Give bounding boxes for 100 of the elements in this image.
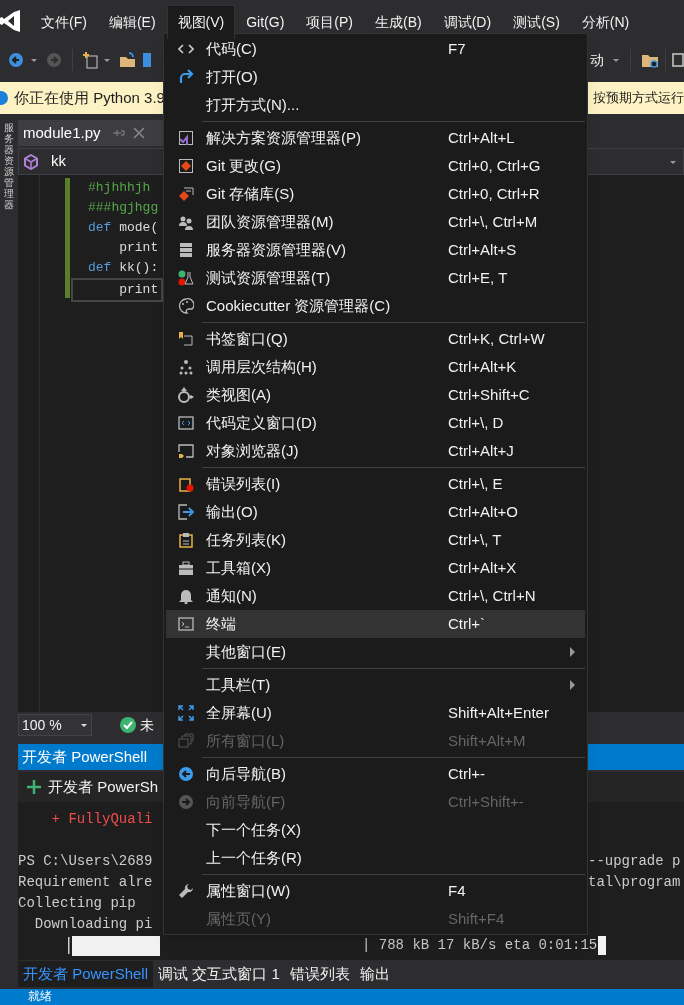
terminal-line: Collecting pip <box>18 894 136 913</box>
progress-block-icon <box>68 935 160 956</box>
solution-explorer-icon <box>178 130 194 146</box>
cube-icon <box>23 153 39 170</box>
team-icon <box>178 214 194 230</box>
menu-item[interactable]: 测试资源管理器(T) Ctrl+E, T <box>166 264 585 292</box>
fullscreen-icon <box>178 705 194 721</box>
menu-item[interactable]: Cookiecutter 资源管理器(C) <box>166 292 585 320</box>
error-list-icon <box>178 476 194 492</box>
test-flask-icon <box>178 270 194 286</box>
menu-item[interactable]: 向后导航(B) Ctrl+- <box>166 760 585 788</box>
palette-icon <box>178 298 194 314</box>
object-browser-icon <box>178 443 194 459</box>
back-icon <box>178 766 194 782</box>
panel-tab[interactable]: 调试 交互式窗口 1 <box>153 961 285 987</box>
output-icon <box>178 504 194 520</box>
close-icon[interactable] <box>132 127 145 139</box>
new-project-icon[interactable] <box>83 51 99 69</box>
class-view-icon <box>178 387 194 403</box>
menu-item[interactable]: Git 存储库(S) Ctrl+0, Ctrl+R <box>166 180 585 208</box>
menu-item[interactable]: 任务列表(K) Ctrl+\, T <box>166 526 585 554</box>
open-folder-icon[interactable] <box>119 52 137 68</box>
folder-search-icon[interactable] <box>641 52 659 68</box>
menu-item[interactable]: 属性窗口(W) F4 <box>166 877 585 905</box>
redo-icon <box>178 69 194 85</box>
info-text: 按预期方式运行 <box>593 89 684 108</box>
menu-item[interactable]: 类视图(A) Ctrl+Shift+C <box>166 381 585 409</box>
code-line: #hjhhhjh <box>87 179 152 197</box>
menu-item[interactable]: 调用层次结构(H) Ctrl+Alt+K <box>166 353 585 381</box>
panel-tab[interactable]: 错误列表 <box>284 961 355 987</box>
terminal-line: + FullyQuali <box>50 810 153 829</box>
menu-bar-item[interactable]: 文件(F) <box>30 5 98 39</box>
menu-item[interactable]: 代码定义窗口(D) Ctrl+\, D <box>166 409 585 437</box>
terminal-line: PS C:\Users\2689 <box>18 852 153 871</box>
code-line: ###hgjhgg <box>87 199 160 217</box>
terminal-line: Requirement alre <box>18 873 153 892</box>
panel-tab[interactable]: 开发者 PowerShell <box>18 961 154 987</box>
terminal-icon <box>178 616 194 632</box>
git-repository-icon <box>178 186 194 202</box>
code-line: def mode( <box>87 219 160 237</box>
windows-icon <box>178 733 194 749</box>
terminal-line: --upgrade p <box>588 852 681 871</box>
menu-item[interactable]: 服务器资源管理器(V) Ctrl+Alt+S <box>166 236 585 264</box>
menu-item[interactable]: 打开方式(N)... <box>166 91 585 119</box>
terminal-tab-label[interactable]: 开发者 PowerSh <box>48 775 159 799</box>
wrench-icon <box>178 883 194 899</box>
menu-item[interactable]: 终端 Ctrl+` <box>166 610 585 638</box>
menu-item[interactable]: 对象浏览器(J) Ctrl+Alt+J <box>166 437 585 465</box>
cursor-icon <box>598 936 607 955</box>
status-text: 就绪 <box>28 989 52 1003</box>
caret-icon[interactable] <box>103 57 111 63</box>
start-label: 动 <box>590 50 604 70</box>
server-icon <box>178 242 194 258</box>
menu-item[interactable]: 工具栏(T) <box>166 671 585 699</box>
menu-item[interactable]: 上一个任务(R) <box>166 844 585 872</box>
zoom-dropdown[interactable]: 100 % <box>18 714 92 736</box>
app-logo-icon[interactable] <box>0 10 20 32</box>
panel-tab[interactable]: 输出 <box>354 961 395 987</box>
git-changes-icon <box>178 158 194 174</box>
caret-icon <box>669 158 677 165</box>
plus-icon[interactable] <box>26 779 42 795</box>
menu-item[interactable]: 通知(N) Ctrl+\, Ctrl+N <box>166 582 585 610</box>
back-icon[interactable] <box>8 52 24 68</box>
code-window-icon <box>178 415 194 431</box>
bell-icon <box>178 588 194 604</box>
menu-item[interactable]: 工具箱(X) Ctrl+Alt+X <box>166 554 585 582</box>
menu-bar-item[interactable]: 编辑(E) <box>97 5 167 39</box>
panel-title: 开发者 PowerShell <box>22 746 148 767</box>
menu-item[interactable]: Git 更改(G) Ctrl+0, Ctrl+G <box>166 152 585 180</box>
menu-item[interactable]: 其他窗口(E) <box>166 638 585 666</box>
forward-icon <box>178 794 194 810</box>
menu-item[interactable]: 团队资源管理器(M) Ctrl+\, Ctrl+M <box>166 208 585 236</box>
menu-item[interactable]: 全屏幕(U) Shift+Alt+Enter <box>166 699 585 727</box>
change-bar-icon <box>65 178 70 298</box>
toolbox-icon <box>178 560 194 576</box>
terminal-line: | 788 kB 17 kB/s eta 0:01:15 <box>362 936 598 955</box>
menu-item[interactable]: 下一个任务(X) <box>166 816 585 844</box>
terminal-line: tal\program <box>588 873 681 892</box>
bookmark-icon <box>178 331 194 347</box>
editor-tab[interactable]: module1.py <box>18 120 165 146</box>
menu-item[interactable]: 输出(O) Ctrl+Alt+O <box>166 498 585 526</box>
clipboard-icon <box>178 532 194 548</box>
terminal-line: Downloading pi <box>33 915 153 934</box>
menu-item[interactable]: 书签窗口(Q) Ctrl+K, Ctrl+W <box>166 325 585 353</box>
menu-item[interactable]: 错误列表(I) Ctrl+\, E <box>166 470 585 498</box>
tab-title: module1.py <box>23 122 101 143</box>
code-line: def kk(): <box>87 259 160 277</box>
menu-bar-item[interactable]: 视图(V) <box>166 5 236 39</box>
menu-item[interactable]: 解决方案资源管理器(P) Ctrl+Alt+L <box>166 124 585 152</box>
side-tab[interactable]: 服务器资源管理器 <box>4 122 14 210</box>
code-line: print <box>118 239 160 257</box>
member-name: kk <box>51 151 66 172</box>
window-icon[interactable] <box>672 52 684 68</box>
check-icon <box>120 717 136 733</box>
info-icon <box>0 90 8 106</box>
caret-icon[interactable] <box>30 57 38 63</box>
caret-icon[interactable] <box>612 57 620 63</box>
menu-item[interactable]: 打开(O) <box>166 63 585 91</box>
call-hierarchy-icon <box>178 359 194 375</box>
status-text: 未 <box>140 715 154 735</box>
